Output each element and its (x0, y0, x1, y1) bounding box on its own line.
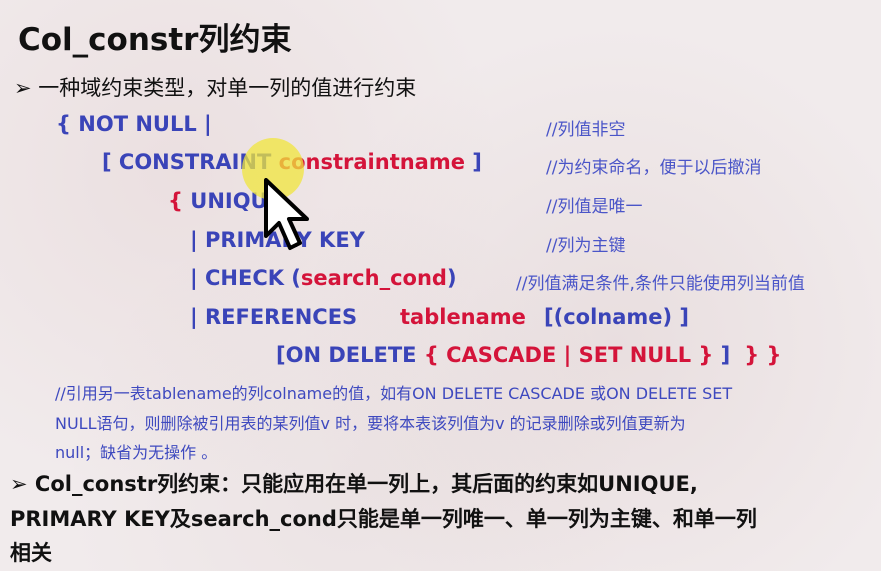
check-close: ) (446, 266, 457, 290)
comment-constraint: //为约束命名，便于以后撤消 (546, 158, 762, 178)
on-delete-keyword: [ON DELETE (276, 343, 424, 367)
bullet-1-text: 一种域约束类型，对单一列的值进行约束 (38, 76, 417, 100)
comment-primary-key: //列为主键 (546, 236, 626, 256)
on-delete-options: { CASCADE | SET NULL } (423, 343, 714, 367)
syntax-line-on-delete: [ON DELETE { CASCADE | SET NULL } ] } } (276, 343, 782, 367)
unique-brace: { (168, 189, 191, 213)
comment-not-null: //列值非空 (546, 120, 626, 140)
comment-unique: //列值是唯一 (546, 197, 643, 217)
mouse-pointer-icon (264, 178, 309, 250)
references-colname: [(colname) ] (544, 305, 690, 329)
note-line-3: null；缺省为无操作 。 (55, 443, 218, 462)
bullet-2-text: Col_constr列约束：只能应用在单一列上，其后面的约束如UNIQUE, (34, 472, 698, 496)
bullet-1: ➢ 一种域约束类型，对单一列的值进行约束 (14, 72, 416, 102)
bullet-2-line-2: PRIMARY KEY及search_cond只能是单一列唯一、单一列为主键、和… (10, 507, 757, 531)
search-cond: search_cond (300, 266, 447, 290)
note-line-1: //引用另一表tablename的列colname的值，如有ON DELETE … (55, 384, 733, 403)
syntax-line-check: | CHECK (search_cond) (190, 266, 457, 290)
constraint-close: ] (464, 150, 482, 174)
bullet-arrow-icon: ➢ (10, 472, 28, 496)
bullet-arrow-icon: ➢ (14, 76, 32, 100)
bullet-2-line-1: ➢ Col_constr列约束：只能应用在单一列上，其后面的约束如UNIQUE, (10, 468, 698, 498)
comment-check: //列值满足条件,条件只能使用列当前值 (516, 274, 805, 294)
note-line-2: NULL语句，则删除被引用表的某列值v 时，要将本表该列值为v 的记录删除或列值… (55, 414, 686, 433)
closing-braces: } } (744, 343, 782, 367)
bullet-2-line-3: 相关 (10, 541, 52, 565)
check-keyword: | CHECK ( (190, 266, 301, 290)
slide-title: Col_constr列约束 (18, 22, 292, 58)
syntax-line-references: | REFERENCES (190, 305, 358, 329)
references-tablename: tablename (400, 305, 526, 329)
syntax-line-not-null: { NOT NULL | (56, 112, 212, 136)
constraint-name: constraintname (278, 150, 465, 174)
on-delete-close: ] (713, 343, 731, 367)
